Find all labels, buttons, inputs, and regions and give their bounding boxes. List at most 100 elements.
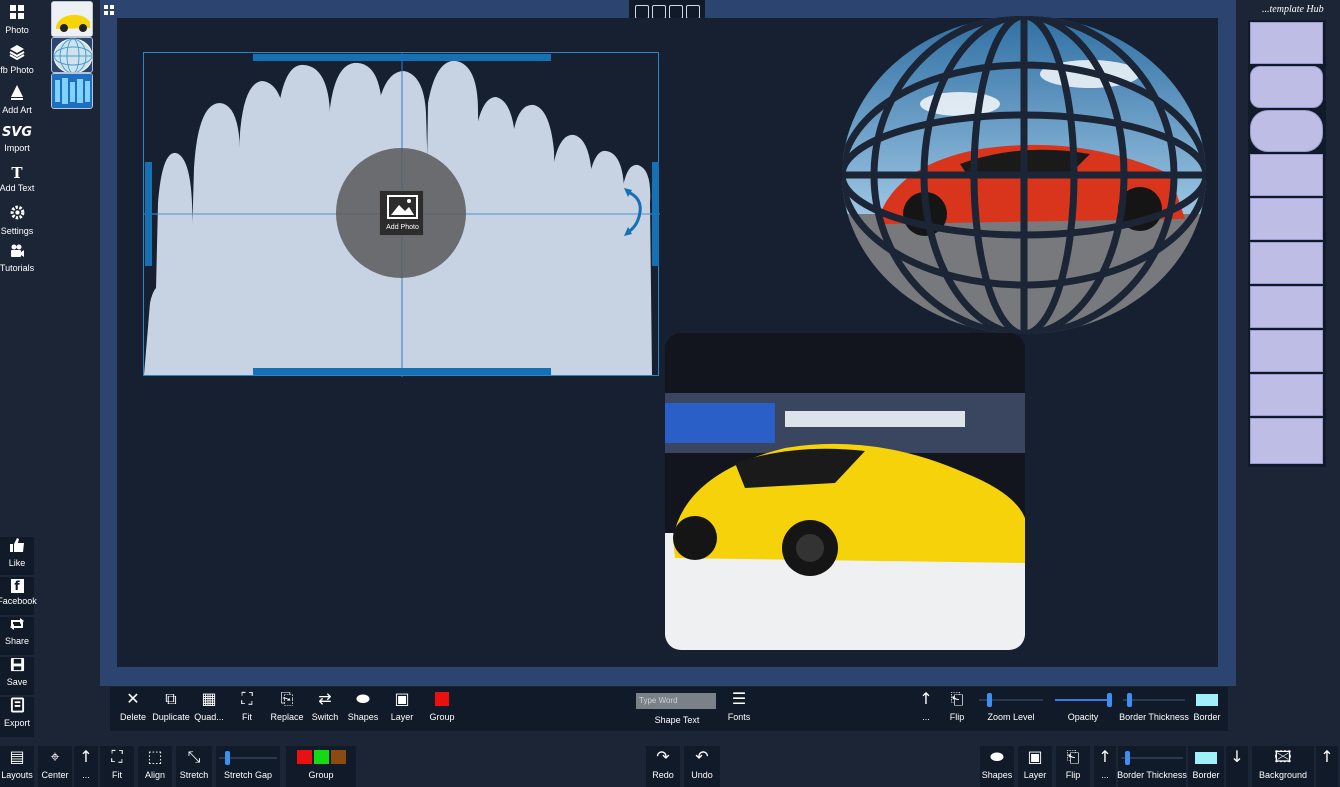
duplicate-button[interactable]: ⧉ Duplicate xyxy=(152,688,190,730)
transform-icon[interactable] xyxy=(685,5,700,19)
template-item[interactable] xyxy=(1250,374,1323,416)
template-item[interactable] xyxy=(1250,110,1323,152)
thumbnail-art[interactable] xyxy=(51,73,93,109)
frame-right-handle[interactable] xyxy=(652,162,659,266)
import-button[interactable]: SVG Import xyxy=(0,124,34,162)
group-colors-button[interactable]: Group xyxy=(286,746,356,787)
flip-button[interactable]: ⎗ Flip xyxy=(940,688,974,730)
shape-text-input[interactable]: Type Word xyxy=(636,693,716,709)
add-art-button[interactable]: Add Art xyxy=(0,84,34,122)
more-up-button[interactable]: ↑ ... xyxy=(914,688,938,730)
more-up-button-3[interactable]: ↑ ... xyxy=(1094,746,1116,787)
share-button[interactable]: Share xyxy=(0,617,34,655)
more-label-2: ... xyxy=(82,770,90,780)
center-button[interactable]: ⌖ Center xyxy=(38,746,72,787)
photo-grid-icon xyxy=(9,4,25,24)
stretch-button[interactable]: ⤡ Stretch xyxy=(176,746,212,787)
border-thickness-slider[interactable]: Border Thickness xyxy=(1119,688,1189,730)
align-icon: ⬚ xyxy=(147,747,163,766)
border-color-button[interactable]: Border xyxy=(1190,688,1224,730)
yellow-car-photo[interactable] xyxy=(665,333,1025,650)
stretch-gap-knob[interactable] xyxy=(225,751,230,765)
template-item[interactable] xyxy=(1250,242,1323,284)
template-item[interactable] xyxy=(1250,286,1323,328)
list-icon: ☰ xyxy=(731,689,747,708)
redo-button[interactable]: ↷ Redo xyxy=(646,746,680,787)
template-item[interactable] xyxy=(1250,198,1323,240)
shapes-button-2[interactable]: ⬬ Shapes xyxy=(980,746,1014,787)
template-item[interactable] xyxy=(1250,418,1323,464)
quad-label: Quad... xyxy=(194,712,224,722)
shapes-button[interactable]: ⬬ Shapes xyxy=(344,688,382,730)
frame-left-handle[interactable] xyxy=(145,162,152,266)
frame-icon[interactable] xyxy=(668,5,683,19)
switch-button[interactable]: ⇄ Switch xyxy=(308,688,342,730)
facebook-button[interactable]: f Facebook xyxy=(0,577,37,615)
border-color-button-2[interactable]: Border xyxy=(1188,746,1224,787)
rotate-handle-icon[interactable] xyxy=(622,188,644,236)
align-button[interactable]: ⬚ Align xyxy=(138,746,172,787)
replace-button[interactable]: ⎘ Replace xyxy=(266,688,308,730)
arrow-up-button-end[interactable]: ↑ xyxy=(1316,746,1338,787)
element-toolbar: ✕ Delete ⧉ Duplicate ▦ Quad... ⛶ Fit ⎘ R… xyxy=(110,687,1228,731)
border-thickness-slider-2[interactable]: Border Thickness xyxy=(1117,746,1187,787)
tutorials-button[interactable]: Tutorials xyxy=(0,244,34,282)
stretch-gap-slider[interactable]: Stretch Gap xyxy=(216,746,280,787)
delete-button[interactable]: ✕ Delete xyxy=(114,688,152,730)
center-label: Center xyxy=(41,770,69,780)
layer-button-2[interactable]: ▣ Layer xyxy=(1018,746,1052,787)
thumbnail-sphere[interactable] xyxy=(51,37,93,73)
template-item[interactable] xyxy=(1250,330,1323,372)
copy-style-icon[interactable] xyxy=(634,5,649,19)
save-label: Save xyxy=(6,677,28,687)
fb-photo-button[interactable]: fb Photo xyxy=(0,44,34,82)
undo-button[interactable]: ↶ Undo xyxy=(684,746,720,787)
template-list[interactable] xyxy=(1248,20,1326,467)
sphere-car-image[interactable] xyxy=(840,14,1208,336)
arrow-up-icon: ↑ xyxy=(1320,747,1334,766)
thumbnail-yellow-car[interactable] xyxy=(51,1,93,37)
shape-text-button[interactable]: Shape Text xyxy=(634,711,720,729)
photo-button[interactable]: Photo xyxy=(0,4,34,42)
flip-button-2[interactable]: ⎗ Flip xyxy=(1056,746,1090,787)
more-up-button-2[interactable]: ↑ ... xyxy=(74,746,98,787)
zoom-level-slider[interactable]: Zoom Level xyxy=(976,688,1046,730)
zoom-slider-knob[interactable] xyxy=(987,693,992,707)
save-button[interactable]: Save xyxy=(0,657,34,695)
group-color-brown[interactable] xyxy=(330,750,346,764)
settings-label: Settings xyxy=(0,226,34,236)
add-text-button[interactable]: T Add Text xyxy=(0,164,34,202)
group-color-red[interactable] xyxy=(296,750,312,764)
background-button[interactable]: 🖾 Background xyxy=(1252,746,1314,787)
flip-label: Flip xyxy=(949,712,965,722)
fit-all-button[interactable]: ⛶ Fit xyxy=(100,746,134,787)
fit-button[interactable]: ⛶ Fit xyxy=(228,688,266,730)
add-photo-button[interactable]: Add Photo xyxy=(379,190,424,236)
opacity-slider[interactable]: Opacity xyxy=(1048,688,1118,730)
fonts-button[interactable]: ☰ Fonts xyxy=(722,688,756,730)
arrow-down-button[interactable]: ↓ xyxy=(1226,746,1248,787)
group-label-2: Group xyxy=(308,770,334,780)
layer-button[interactable]: ▣ Layer xyxy=(382,688,422,730)
border-thickness-knob-2[interactable] xyxy=(1125,751,1130,765)
layouts-button[interactable]: ▤ Layouts xyxy=(0,746,34,787)
border-thickness-knob[interactable] xyxy=(1127,693,1132,707)
grid-toggle-icon[interactable] xyxy=(104,5,116,17)
undo-label: Undo xyxy=(691,770,713,780)
opacity-slider-knob[interactable] xyxy=(1107,693,1112,707)
export-icon xyxy=(10,697,25,717)
template-item[interactable] xyxy=(1250,22,1323,64)
settings-button[interactable]: Settings xyxy=(0,204,34,242)
frame-bottom-handle[interactable] xyxy=(253,368,551,375)
cursor-select-icon[interactable] xyxy=(651,5,666,19)
template-item[interactable] xyxy=(1250,66,1323,108)
frame-top-handle[interactable] xyxy=(253,54,551,61)
arrow-up-icon: ↑ xyxy=(79,747,93,766)
like-button[interactable]: Like xyxy=(0,537,34,575)
template-item[interactable] xyxy=(1250,154,1323,196)
import-label: Import xyxy=(4,143,30,153)
quad-button[interactable]: ▦ Quad... xyxy=(190,688,228,730)
group-color-green[interactable] xyxy=(313,750,329,764)
export-button[interactable]: Export xyxy=(0,697,34,737)
group-button[interactable]: Group xyxy=(422,688,462,730)
